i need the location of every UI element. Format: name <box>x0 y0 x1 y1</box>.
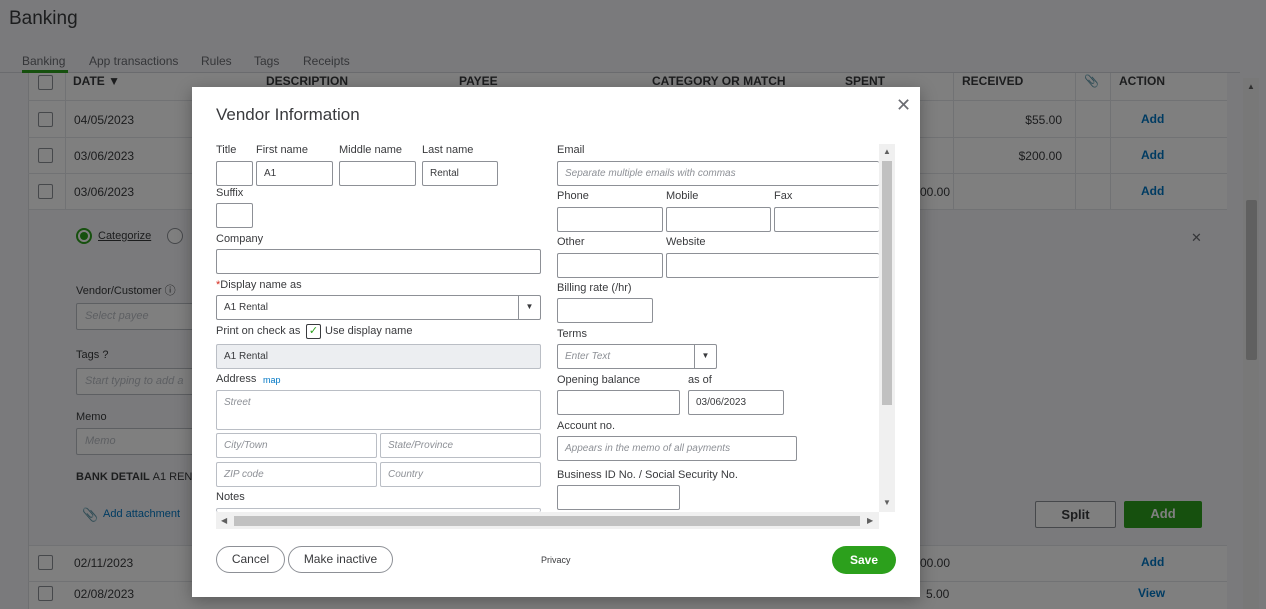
form-vertical-scrollbar-thumb[interactable] <box>882 161 892 405</box>
country-input[interactable]: Country <box>380 462 541 487</box>
last-name-label: Last name <box>422 144 474 156</box>
print-on-check-input[interactable]: A1 Rental <box>216 344 541 369</box>
vendor-information-modal: Vendor Information ✕ Title First name A1… <box>192 87 920 597</box>
privacy-link[interactable]: Privacy <box>541 555 571 565</box>
opening-balance-label: Opening balance <box>557 374 641 386</box>
business-id-label: Business ID No. / Social Security No. <box>557 469 738 481</box>
email-input[interactable]: Separate multiple emails with commas <box>557 161 879 186</box>
billing-rate-input[interactable] <box>557 298 653 323</box>
first-name-input[interactable]: A1 <box>256 161 333 186</box>
company-input[interactable] <box>216 249 541 274</box>
billing-rate-label: Billing rate (/hr) <box>557 282 632 294</box>
terms-label: Terms <box>557 328 587 340</box>
fax-input[interactable] <box>774 207 879 232</box>
modal-title: Vendor Information <box>216 105 360 124</box>
email-label: Email <box>557 144 585 156</box>
display-name-select[interactable]: A1 Rental <box>216 295 541 320</box>
other-label: Other <box>557 236 585 248</box>
phone-label: Phone <box>557 190 589 202</box>
last-name-input[interactable]: Rental <box>422 161 498 186</box>
opening-balance-input[interactable] <box>557 390 680 415</box>
website-input[interactable] <box>666 253 879 278</box>
title-input[interactable] <box>216 161 253 186</box>
mobile-input[interactable] <box>666 207 771 232</box>
as-of-date-input[interactable]: 03/06/2023 <box>688 390 784 415</box>
mobile-label: Mobile <box>666 190 699 202</box>
business-id-input[interactable] <box>557 485 680 510</box>
zip-input[interactable]: ZIP code <box>216 462 377 487</box>
notes-label: Notes <box>216 491 245 503</box>
scroll-up-icon[interactable]: ▲ <box>883 147 891 156</box>
account-no-label: Account no. <box>557 420 616 432</box>
website-label: Website <box>666 236 706 248</box>
display-name-label: *Display name as <box>216 279 302 291</box>
terms-select[interactable]: Enter Text <box>557 344 717 369</box>
account-no-input[interactable]: Appears in the memo of all payments <box>557 436 797 461</box>
phone-input[interactable] <box>557 207 663 232</box>
scroll-down-icon[interactable]: ▼ <box>883 498 891 507</box>
company-label: Company <box>216 233 264 245</box>
use-display-name-checkbox[interactable]: ✓ <box>306 324 321 339</box>
city-input[interactable]: City/Town <box>216 433 377 458</box>
save-button[interactable]: Save <box>832 546 896 574</box>
title-label: Title <box>216 144 237 156</box>
address-label: Address <box>216 373 257 385</box>
make-inactive-button[interactable]: Make inactive <box>288 546 393 573</box>
suffix-input[interactable] <box>216 203 253 228</box>
state-input[interactable]: State/Province <box>380 433 541 458</box>
scroll-right-icon[interactable]: ▶ <box>867 516 873 525</box>
other-input[interactable] <box>557 253 663 278</box>
cancel-button[interactable]: Cancel <box>216 546 285 573</box>
close-icon[interactable]: ✕ <box>896 95 911 116</box>
street-input[interactable]: Street <box>216 390 541 430</box>
chevron-down-icon[interactable]: ▼ <box>694 344 716 369</box>
print-on-check-label: Print on check as <box>216 325 301 337</box>
chevron-down-icon[interactable]: ▼ <box>518 295 540 320</box>
scroll-left-icon[interactable]: ◀ <box>221 516 227 525</box>
middle-name-input[interactable] <box>339 161 416 186</box>
suffix-label: Suffix <box>216 187 244 199</box>
use-display-name-label: Use display name <box>325 325 413 337</box>
fax-label: Fax <box>774 190 793 202</box>
map-link[interactable]: map <box>263 375 281 385</box>
first-name-label: First name <box>256 144 308 156</box>
form-horizontal-scrollbar-thumb[interactable] <box>234 516 860 526</box>
as-of-label: as of <box>688 374 712 386</box>
middle-name-label: Middle name <box>339 144 402 156</box>
